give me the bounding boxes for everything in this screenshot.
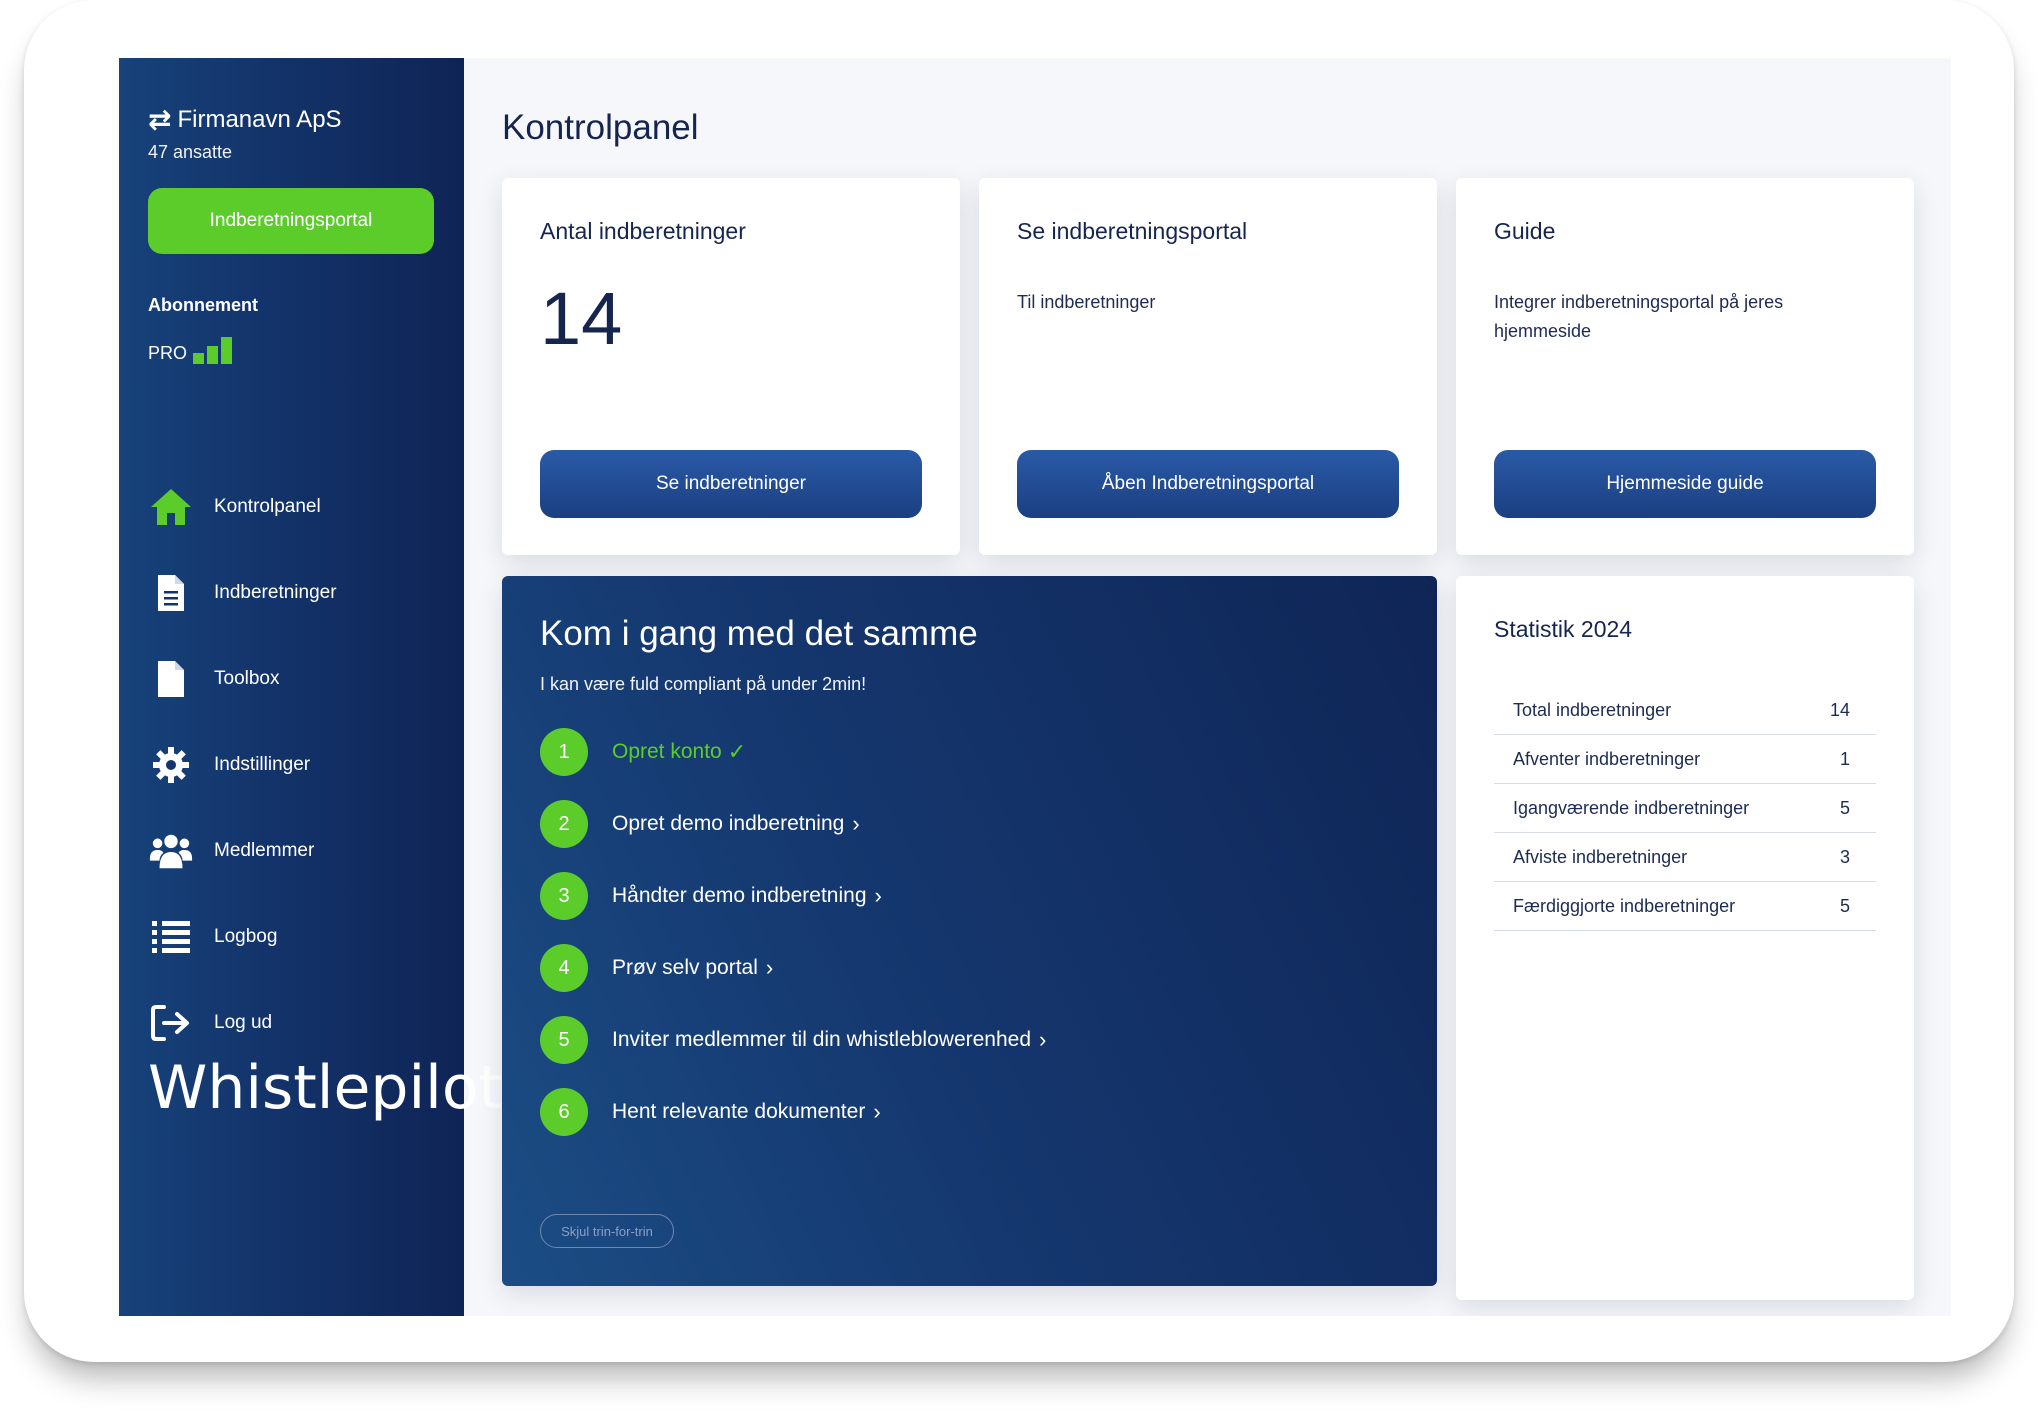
logout-icon xyxy=(148,1000,194,1046)
guide-card: Guide Integrer indberetningsportal på je… xyxy=(1456,178,1914,555)
sidebar-item-log-ud[interactable]: Log ud xyxy=(148,998,438,1048)
step-label: Inviter medlemmer til din whistleblowere… xyxy=(612,1028,1032,1051)
stat-value: 1 xyxy=(1839,748,1850,769)
onboarding-title: Kom i gang med det samme xyxy=(540,614,978,653)
chevron-right-icon: › xyxy=(874,883,882,908)
onboarding-step[interactable]: 1 Opret konto ✓ xyxy=(540,724,746,780)
device-frame: ⇄ Firmanavn ApS 47 ansatte Indberetnings… xyxy=(24,0,2014,1362)
table-row: Færdiggjorte indberetninger 5 xyxy=(1494,882,1876,931)
stat-value: 3 xyxy=(1839,846,1850,867)
onboarding-subtitle: I kan være fuld compliant på under 2min! xyxy=(540,674,867,694)
sidebar-item-label: Toolbox xyxy=(214,668,280,689)
stat-label: Total indberetninger xyxy=(1513,699,1672,720)
sidebar-item-label: Log ud xyxy=(214,1012,273,1033)
step-label: Opret demo indberetning xyxy=(612,812,845,835)
stat-value: 5 xyxy=(1839,895,1850,916)
reports-count-card: Antal indberetninger 14 Se indberetninge… xyxy=(502,178,960,555)
users-icon xyxy=(148,828,194,874)
swap-icon: ⇄ xyxy=(148,104,172,135)
chevron-right-icon: › xyxy=(852,811,860,836)
table-row: Afventer indberetninger 1 xyxy=(1494,735,1876,784)
plan-name: PRO xyxy=(148,343,188,363)
file-icon xyxy=(148,656,194,702)
table-row: Total indberetninger 14 xyxy=(1494,686,1876,735)
onboarding-step[interactable]: 4 Prøv selv portal › xyxy=(540,940,773,996)
subscription-plan: PRO xyxy=(148,336,233,364)
sidebar-item-indberetninger[interactable]: Indberetninger xyxy=(148,568,438,618)
view-reports-button[interactable]: Se indberetninger xyxy=(540,450,922,518)
onboarding-step[interactable]: 2 Opret demo indberetning › xyxy=(540,796,860,852)
stat-label: Færdiggjorte indberetninger xyxy=(1513,895,1736,916)
onboarding-step[interactable]: 6 Hent relevante dokumenter › xyxy=(540,1084,881,1140)
step-number: 3 xyxy=(540,872,588,920)
signal-bars-icon xyxy=(193,336,233,364)
portal-button[interactable]: Indberetningsportal xyxy=(148,188,434,254)
stats-title: Statistik 2024 xyxy=(1494,616,1633,642)
sidebar-item-label: Kontrolpanel xyxy=(214,496,321,517)
sidebar-item-kontrolpanel[interactable]: Kontrolpanel xyxy=(148,482,438,532)
stat-label: Afventer indberetninger xyxy=(1513,748,1701,769)
sidebar-item-logbog[interactable]: Logbog xyxy=(148,912,438,962)
document-icon xyxy=(148,570,194,616)
card-title: Antal indberetninger xyxy=(540,218,746,244)
onboarding-step[interactable]: 3 Håndter demo indberetning › xyxy=(540,868,882,924)
page-title: Kontrolpanel xyxy=(502,108,699,147)
card-title: Guide xyxy=(1494,218,1556,244)
onboarding-panel: Kom i gang med det samme I kan være fuld… xyxy=(502,576,1437,1286)
step-label: Hent relevante dokumenter xyxy=(612,1100,866,1123)
table-row: Igangværende indberetninger 5 xyxy=(1494,784,1876,833)
check-icon: ✓ xyxy=(727,739,747,764)
sidebar-item-indstillinger[interactable]: Indstillinger xyxy=(148,740,438,790)
step-number: 6 xyxy=(540,1088,588,1136)
subscription-label: Abonnement xyxy=(148,295,258,315)
website-guide-button[interactable]: Hjemmeside guide xyxy=(1494,450,1876,518)
reports-count: 14 xyxy=(540,277,623,360)
stat-value: 5 xyxy=(1839,797,1850,818)
company-switcher[interactable]: ⇄ Firmanavn ApS xyxy=(148,106,342,134)
gear-icon xyxy=(148,742,194,788)
stat-label: Igangværende indberetninger xyxy=(1513,797,1750,818)
card-text: Til indberetninger xyxy=(1017,292,1156,312)
company-name: Firmanavn ApS xyxy=(177,106,342,133)
step-label: Prøv selv portal xyxy=(612,956,758,979)
stats-table: Total indberetninger 14 Afventer indbere… xyxy=(1494,686,1876,931)
sidebar-item-toolbox[interactable]: Toolbox xyxy=(148,654,438,704)
step-number: 4 xyxy=(540,944,588,992)
stat-label: Afviste indberetninger xyxy=(1513,846,1688,867)
hide-steps-button[interactable]: Skjul trin-for-trin xyxy=(540,1214,674,1248)
home-icon xyxy=(148,484,194,530)
sidebar-item-label: Indberetninger xyxy=(214,582,337,603)
sidebar: ⇄ Firmanavn ApS 47 ansatte Indberetnings… xyxy=(119,58,502,1316)
app-screen: ⇄ Firmanavn ApS 47 ansatte Indberetnings… xyxy=(119,58,1951,1316)
stats-card: Statistik 2024 Total indberetninger 14 A… xyxy=(1456,576,1914,1300)
whistlepilot-logo: Whistlepilot xyxy=(148,1053,503,1123)
table-row: Afviste indberetninger 3 xyxy=(1494,833,1876,882)
employee-count: 47 ansatte xyxy=(148,142,233,162)
chevron-right-icon: › xyxy=(1039,1027,1047,1052)
sidebar-item-label: Logbog xyxy=(214,926,278,947)
sidebar-item-label: Medlemmer xyxy=(214,840,315,861)
onboarding-step[interactable]: 5 Inviter medlemmer til din whistleblowe… xyxy=(540,1012,1046,1068)
open-portal-button[interactable]: Åben Indberetningsportal xyxy=(1017,450,1399,518)
step-number: 2 xyxy=(540,800,588,848)
stat-value: 14 xyxy=(1829,699,1850,720)
step-number: 1 xyxy=(540,728,588,776)
sidebar-item-label: Indstillinger xyxy=(214,754,311,775)
card-text: Integrer indberetningsportal på jeres hj… xyxy=(1494,292,1784,341)
list-icon xyxy=(148,914,194,960)
step-number: 5 xyxy=(540,1016,588,1064)
step-label: Håndter demo indberetning xyxy=(612,884,867,907)
step-label: Opret konto xyxy=(612,740,722,763)
card-title: Se indberetningsportal xyxy=(1017,218,1248,244)
portal-card: Se indberetningsportal Til indberetninge… xyxy=(979,178,1437,555)
chevron-right-icon: › xyxy=(765,955,774,980)
sidebar-item-medlemmer[interactable]: Medlemmer xyxy=(148,826,438,876)
chevron-right-icon: › xyxy=(873,1099,881,1124)
